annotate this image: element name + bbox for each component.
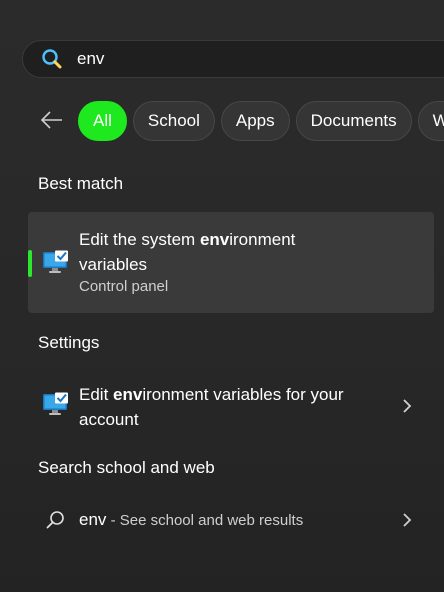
web-search-result[interactable]: env - See school and web results xyxy=(28,500,434,540)
filter-chip-school[interactable]: School xyxy=(132,101,215,141)
filter-bar: All School Apps Documents W xyxy=(0,101,444,143)
control-panel-icon xyxy=(42,250,70,281)
web-search-heading: Search school and web xyxy=(38,458,215,477)
search-icon xyxy=(41,48,63,70)
settings-result-title: Edit environment variables for your acco… xyxy=(79,385,344,429)
search-input[interactable] xyxy=(77,49,377,69)
chevron-right-icon xyxy=(400,399,414,413)
best-match-result[interactable]: Edit the system environment variables Co… xyxy=(28,212,434,313)
best-match-heading: Best match xyxy=(38,174,124,193)
filter-chip-apps[interactable]: Apps xyxy=(220,101,290,141)
back-button[interactable] xyxy=(36,107,68,137)
best-match-subtitle: Control panel xyxy=(79,278,169,295)
selection-indicator xyxy=(28,250,32,277)
web-search-text: env - See school and web results xyxy=(79,510,304,529)
search-box[interactable] xyxy=(22,40,444,78)
settings-result[interactable]: Edit environment variables for your acco… xyxy=(28,376,434,436)
search-icon xyxy=(46,510,66,535)
settings-heading: Settings xyxy=(38,333,100,352)
filter-chips: All School Apps Documents W xyxy=(78,101,444,141)
filter-chip-more[interactable]: W xyxy=(417,101,444,141)
filter-chip-all[interactable]: All xyxy=(78,101,127,141)
arrow-left-icon xyxy=(40,110,64,135)
control-panel-icon xyxy=(42,392,70,423)
best-match-title: Edit the system environment variables xyxy=(79,230,296,274)
filter-chip-documents[interactable]: Documents xyxy=(295,101,412,141)
chevron-right-icon xyxy=(400,513,414,527)
